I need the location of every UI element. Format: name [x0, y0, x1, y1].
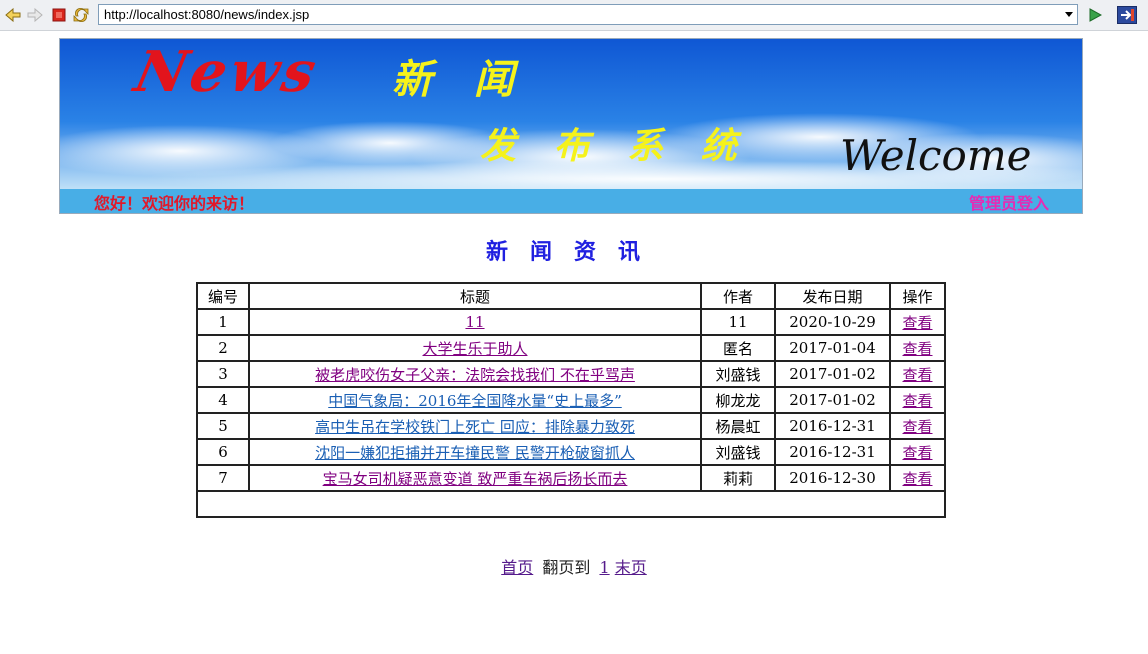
header-action: 操作	[889, 282, 946, 310]
cell-date: 2016-12-31	[774, 412, 891, 440]
cell-id: 5	[196, 412, 250, 440]
view-link[interactable]: 查看	[902, 340, 932, 358]
table-row: 1 11 11 2020-10-29 查看	[196, 308, 946, 336]
banner-welcome-script: Welcome	[840, 131, 1032, 180]
cell-date: 2016-12-30	[774, 464, 891, 492]
cell-date: 2017-01-02	[774, 360, 891, 388]
table-row: 3 被老虎咬伤女子父亲：法院会找我们 不在乎骂声 刘盛钱 2017-01-02 查看	[196, 360, 946, 388]
goto-page-label: 翻页到	[542, 558, 591, 577]
welcome-bar: 您好！欢迎你的来访！ 管理员登入	[60, 189, 1082, 213]
browser-toolbar: http://localhost:8080/news/index.jsp	[0, 0, 1148, 31]
cell-title: 高中生吊在学校铁门上死亡 回应：排除暴力致死	[248, 412, 702, 440]
back-arrow-icon[interactable]	[4, 6, 22, 24]
site-banner: News 新 闻 发 布 系 统 Welcome 您好！欢迎你的来访！ 管理员登…	[59, 38, 1083, 214]
cell-action: 查看	[889, 334, 946, 362]
cell-author: 刘盛钱	[700, 360, 776, 388]
table-row: 2 大学生乐于助人 匿名 2017-01-04 查看	[196, 334, 946, 362]
cell-author: 莉莉	[700, 464, 776, 492]
header-author: 作者	[700, 282, 776, 310]
cell-id: 1	[196, 308, 250, 336]
view-link[interactable]: 查看	[902, 444, 932, 462]
cell-id: 3	[196, 360, 250, 388]
stop-icon[interactable]	[50, 6, 68, 24]
cell-author: 刘盛钱	[700, 438, 776, 466]
cell-id: 7	[196, 464, 250, 492]
table-footer-cell	[196, 490, 946, 518]
open-in-external-icon[interactable]	[1116, 5, 1138, 25]
cell-author: 匿名	[700, 334, 776, 362]
chevron-down-icon[interactable]	[1065, 12, 1073, 17]
table-row: 6 沈阳一嫌犯拒捕并开车撞民警 民警开枪破窗抓人 刘盛钱 2016-12-31 查看	[196, 438, 946, 466]
cell-title: 11	[248, 308, 702, 336]
cell-date: 2017-01-04	[774, 334, 891, 362]
last-page-link[interactable]: 末页	[615, 558, 647, 577]
news-title-link[interactable]: 被老虎咬伤女子父亲：法院会找我们 不在乎骂声	[315, 366, 635, 384]
cell-author: 杨晨虹	[700, 412, 776, 440]
go-icon[interactable]	[1086, 6, 1104, 24]
cell-title: 被老虎咬伤女子父亲：法院会找我们 不在乎骂声	[248, 360, 702, 388]
greeting-text: 您好！欢迎你的来访！	[94, 194, 255, 213]
view-link[interactable]: 查看	[902, 470, 932, 488]
view-link[interactable]: 查看	[902, 418, 932, 436]
news-table: 编号 标题 作者 发布日期 操作 1 11 11 2020-10-29 查看 2 大学生乐于…	[196, 282, 946, 518]
pagination: 首页 翻页到 1 末页	[0, 554, 1148, 578]
admin-login-link[interactable]: 管理员登入	[969, 190, 1049, 213]
header-date: 发布日期	[774, 282, 891, 310]
cell-action: 查看	[889, 386, 946, 414]
table-header-row: 编号 标题 作者 发布日期 操作	[196, 282, 946, 310]
cell-author: 11	[700, 308, 776, 336]
cell-action: 查看	[889, 360, 946, 388]
address-bar[interactable]: http://localhost:8080/news/index.jsp	[98, 4, 1078, 25]
header-title: 标题	[248, 282, 702, 310]
page-number-link[interactable]: 1	[599, 558, 609, 577]
first-page-link[interactable]: 首页	[501, 558, 533, 577]
news-title-link[interactable]: 宝马女司机疑恶意变道 致严重车祸后扬长而去	[323, 470, 628, 488]
cell-title: 宝马女司机疑恶意变道 致严重车祸后扬长而去	[248, 464, 702, 492]
cell-author: 柳龙龙	[700, 386, 776, 414]
news-title-link[interactable]: 高中生吊在学校铁门上死亡 回应：排除暴力致死	[315, 418, 635, 436]
cell-title: 中国气象局：2016年全国降水量“史上最多”	[248, 386, 702, 414]
banner-logo-news: News	[128, 39, 326, 105]
news-title-link[interactable]: 中国气象局：2016年全国降水量“史上最多”	[328, 392, 622, 410]
cell-id: 6	[196, 438, 250, 466]
cell-date: 2016-12-31	[774, 438, 891, 466]
cell-action: 查看	[889, 308, 946, 336]
cell-date: 2017-01-02	[774, 386, 891, 414]
view-link[interactable]: 查看	[902, 314, 932, 332]
view-link[interactable]: 查看	[902, 392, 932, 410]
view-link[interactable]: 查看	[902, 366, 932, 384]
news-title-link[interactable]: 沈阳一嫌犯拒捕并开车撞民警 民警开枪破窗抓人	[315, 444, 635, 462]
address-bar-url: http://localhost:8080/news/index.jsp	[104, 7, 310, 22]
cell-title: 大学生乐于助人	[248, 334, 702, 362]
cell-id: 2	[196, 334, 250, 362]
table-row: 7 宝马女司机疑恶意变道 致严重车祸后扬长而去 莉莉 2016-12-30 查看	[196, 464, 946, 492]
banner-title-line2: 发 布 系 统	[480, 125, 737, 167]
news-title-link[interactable]: 11	[465, 313, 484, 331]
refresh-icon[interactable]	[72, 6, 90, 24]
forward-arrow-icon[interactable]	[26, 6, 44, 24]
news-title-link[interactable]: 大学生乐于助人	[422, 340, 527, 358]
cell-action: 查看	[889, 412, 946, 440]
page-title: 新闻资讯	[485, 239, 662, 265]
cell-title: 沈阳一嫌犯拒捕并开车撞民警 民警开枪破窗抓人	[248, 438, 702, 466]
banner-title-line1: 新 闻	[392, 56, 514, 103]
table-row: 5 高中生吊在学校铁门上死亡 回应：排除暴力致死 杨晨虹 2016-12-31 查看	[196, 412, 946, 440]
cell-date: 2020-10-29	[774, 308, 891, 336]
cell-action: 查看	[889, 438, 946, 466]
table-row: 4 中国气象局：2016年全国降水量“史上最多” 柳龙龙 2017-01-02 查看	[196, 386, 946, 414]
header-id: 编号	[196, 282, 250, 310]
cell-action: 查看	[889, 464, 946, 492]
cell-id: 4	[196, 386, 250, 414]
table-footer-row	[196, 490, 946, 518]
